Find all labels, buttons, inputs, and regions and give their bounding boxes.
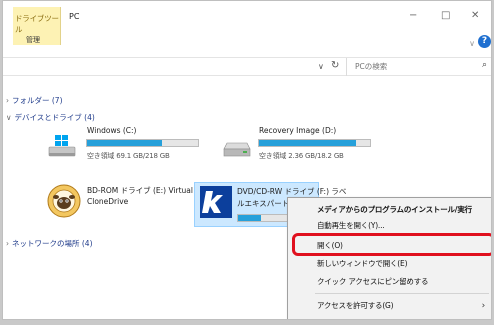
drive-e-name-line2: CloneDrive <box>87 197 129 206</box>
drive-d-usage-bar <box>258 139 371 147</box>
devices-group-label: デバイスとドライブ (4) <box>14 113 95 122</box>
close-button[interactable]: ✕ <box>471 10 479 21</box>
address-dropdown-chevron-icon[interactable]: ∨ <box>318 62 324 71</box>
network-group-label: ネットワークの場所 (4) <box>12 239 93 248</box>
search-icon[interactable]: ⌕ <box>482 60 487 70</box>
drive-e[interactable]: BD-ROM ドライブ (E:) Virtual CloneDrive <box>47 181 193 225</box>
drive-f-name-line2: ルエキスパート <box>237 199 290 208</box>
drive-d-space: 空き領域 2.36 GB/18.2 GB <box>259 152 344 160</box>
submenu-arrow-icon: › <box>481 301 486 311</box>
search-box[interactable]: ⌕ <box>346 58 491 76</box>
folders-group-header[interactable]: › フォルダー (7) <box>6 95 63 106</box>
refresh-icon[interactable]: ↻ <box>331 60 339 71</box>
windows-drive-icon <box>48 135 76 157</box>
drive-tools-label: ドライブツール <box>15 14 59 34</box>
ribbon-expand-chevron-icon[interactable]: ∨ <box>469 39 475 48</box>
drive-c-usage-bar <box>86 139 199 147</box>
hard-drive-icon <box>223 142 251 157</box>
maximize-button[interactable]: □ <box>441 10 450 21</box>
chevron-right-icon: › <box>6 239 9 248</box>
help-icon[interactable]: ? <box>478 35 491 48</box>
ribbon: ドライブツール 管理 PC − □ ✕ ∨ ? <box>3 1 491 51</box>
menu-item-install-run[interactable]: メディアからのプログラムのインストール/実行 <box>288 202 491 218</box>
open-item-highlight <box>292 233 491 256</box>
drive-c-name: Windows (C:) <box>87 126 137 135</box>
drive-c-usage-fill <box>87 140 163 146</box>
clonedrive-sheep-icon <box>47 184 81 218</box>
menu-separator <box>315 293 489 294</box>
folders-group-label: フォルダー (7) <box>12 96 63 105</box>
drive-d-name: Recovery Image (D:) <box>259 126 337 135</box>
context-menu: メディアからのプログラムのインストール/実行 自動再生を開く(Y)... 開く(… <box>287 197 491 319</box>
menu-item-pin-quick-access[interactable]: クイック アクセスにピン留めする <box>288 274 491 290</box>
minimize-button[interactable]: − <box>409 10 417 21</box>
drive-c[interactable]: Windows (C:) 空き領域 69.1 GB/218 GB <box>47 125 199 175</box>
drive-c-space: 空き領域 69.1 GB/218 GB <box>87 152 170 160</box>
manage-tab[interactable]: 管理 <box>26 35 40 45</box>
drive-f-name-line1: DVD/CD-RW ドライブ (F:) ラベ <box>237 187 347 196</box>
network-group-header[interactable]: › ネットワークの場所 (4) <box>6 238 93 249</box>
menu-item-give-access[interactable]: アクセスを許可する(G) › <box>288 298 491 314</box>
explorer-window: ドライブツール 管理 PC − □ ✕ ∨ ? ∨ ↻ ⌕ ›フォルダー (7)… <box>2 0 492 320</box>
menu-item-open-autoplay[interactable]: 自動再生を開く(Y)... <box>288 218 491 234</box>
drive-tools-tab[interactable]: ドライブツール 管理 <box>13 7 61 45</box>
drive-f-usage-fill <box>238 215 261 221</box>
window-title: PC <box>69 12 80 21</box>
drive-e-name-line1: BD-ROM ドライブ (E:) Virtual <box>87 186 193 195</box>
menu-item-give-access-label: アクセスを許可する(G) <box>317 301 394 310</box>
drive-d-usage-fill <box>259 140 356 146</box>
disc-label-icon <box>200 186 232 218</box>
address-bar: ∨ ↻ ⌕ <box>3 57 491 76</box>
menu-item-open-new-window[interactable]: 新しいウィンドウで開く(E) <box>288 256 491 272</box>
devices-group-header[interactable]: ∨ デバイスとドライブ (4) <box>6 112 95 123</box>
chevron-down-icon: ∨ <box>6 113 12 122</box>
search-input[interactable] <box>355 58 475 74</box>
chevron-right-icon: › <box>6 96 9 105</box>
drive-d[interactable]: Recovery Image (D:) 空き領域 2.36 GB/18.2 GB <box>221 125 371 175</box>
